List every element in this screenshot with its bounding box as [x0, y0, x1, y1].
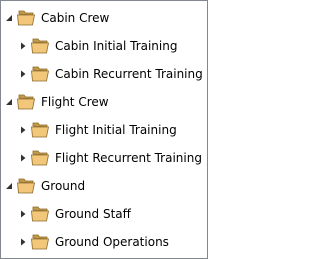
- folder-tree: Cabin Crew Cabin Initial Training Cabin …: [0, 0, 208, 259]
- tree-node-label: Ground Staff: [55, 207, 131, 221]
- folder-icon: [30, 149, 50, 167]
- tree-node-cabin-crew[interactable]: Cabin Crew: [4, 6, 109, 30]
- tree-node-flight-initial-training[interactable]: Flight Initial Training: [18, 118, 177, 142]
- folder-icon: [16, 9, 36, 27]
- folder-icon: [30, 233, 50, 251]
- expand-arrow-icon[interactable]: [18, 202, 28, 226]
- tree-node-ground-staff[interactable]: Ground Staff: [18, 202, 131, 226]
- folder-icon: [16, 93, 36, 111]
- tree-node-flight-crew[interactable]: Flight Crew: [4, 90, 109, 114]
- collapse-arrow-icon[interactable]: [4, 90, 14, 114]
- tree-node-label: Cabin Recurrent Training: [55, 67, 203, 81]
- expand-arrow-icon[interactable]: [18, 34, 28, 58]
- folder-icon: [30, 37, 50, 55]
- collapse-arrow-icon[interactable]: [4, 174, 14, 198]
- tree-node-label: Ground Operations: [55, 235, 169, 249]
- tree-node-label: Flight Initial Training: [55, 123, 177, 137]
- tree-node-label: Ground: [41, 179, 86, 193]
- folder-icon: [30, 205, 50, 223]
- tree-node-cabin-initial-training[interactable]: Cabin Initial Training: [18, 34, 177, 58]
- expand-arrow-icon[interactable]: [18, 118, 28, 142]
- tree-node-cabin-recurrent-training[interactable]: Cabin Recurrent Training: [18, 62, 203, 86]
- tree-node-label: Cabin Initial Training: [55, 39, 178, 53]
- folder-icon: [30, 121, 50, 139]
- tree-node-ground[interactable]: Ground: [4, 174, 85, 198]
- folder-icon: [16, 177, 36, 195]
- tree-node-flight-recurrent-training[interactable]: Flight Recurrent Training: [18, 146, 202, 170]
- tree-node-ground-operations[interactable]: Ground Operations: [18, 230, 169, 254]
- tree-node-label: Flight Crew: [41, 95, 109, 109]
- collapse-arrow-icon[interactable]: [4, 6, 14, 30]
- expand-arrow-icon[interactable]: [18, 62, 28, 86]
- tree-node-label: Cabin Crew: [41, 11, 110, 25]
- expand-arrow-icon[interactable]: [18, 230, 28, 254]
- tree-node-label: Flight Recurrent Training: [55, 151, 202, 165]
- expand-arrow-icon[interactable]: [18, 146, 28, 170]
- folder-icon: [30, 65, 50, 83]
